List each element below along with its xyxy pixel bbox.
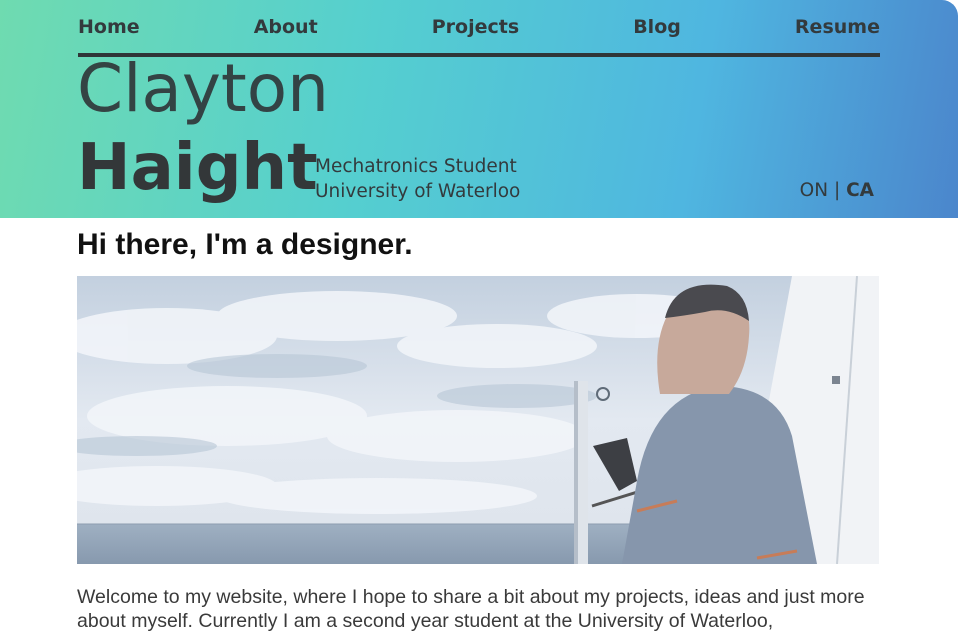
subtitle-program: Mechatronics Student [315,156,517,177]
location-region: ON [799,180,829,201]
location-separator: | [833,180,841,201]
page-headline: Hi there, I'm a designer. [77,228,413,261]
site-header: Home About Projects Blog Resume Clayton … [0,0,958,218]
sailing-photo-image [77,276,879,564]
site-title-first-name: Clayton [77,50,330,127]
hero-photo [77,276,879,564]
site-title-last-name: Haight [77,131,318,205]
location-label: ON | CA [800,180,874,201]
site-subtitle: Mechatronics Student University of Water… [315,154,520,204]
nav-resume-link[interactable]: Resume [795,16,880,38]
nav-about-link[interactable]: About [254,16,318,38]
nav-home-link[interactable]: Home [78,16,140,38]
main-nav: Home About Projects Blog Resume [78,12,880,42]
location-country: CA [846,180,874,201]
intro-paragraph: Welcome to my website, where I hope to s… [77,586,865,632]
subtitle-university: University of Waterloo [315,181,521,202]
nav-projects-link[interactable]: Projects [432,16,519,38]
nav-blog-link[interactable]: Blog [633,16,681,38]
